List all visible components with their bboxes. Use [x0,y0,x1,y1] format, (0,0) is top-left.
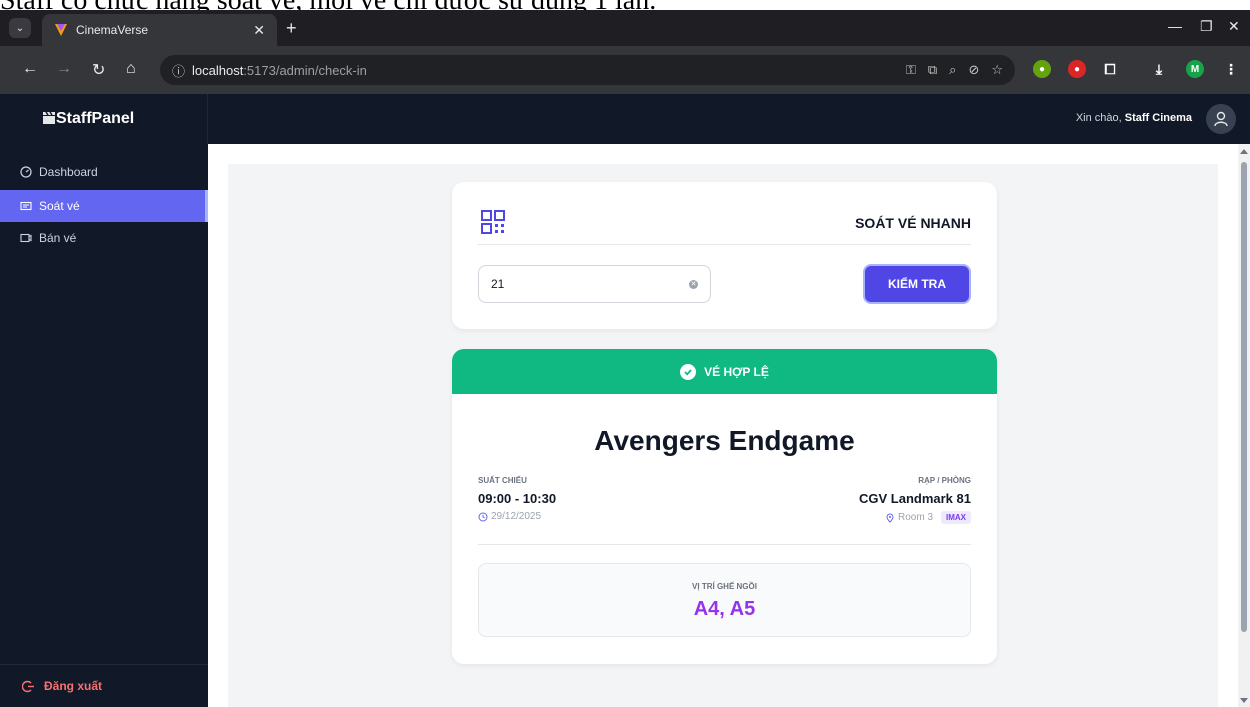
sidebar-item-dashboard[interactable]: Dashboard [0,156,208,188]
sidebar-item-label: Soát vé [39,199,80,213]
sidebar-item-sell-ticket[interactable]: Bán vé [0,222,208,254]
scroll-down-arrow[interactable] [1240,698,1248,703]
brand-name: StaffPanel [56,110,135,127]
showtime-value: 09:00 - 10:30 [478,491,557,506]
browser-menu-icon[interactable]: ⋮ [1222,60,1240,78]
greeting-prefix: Xin chào, [1075,112,1122,124]
site-info-icon[interactable]: ⓘ [172,61,192,80]
address-bar[interactable]: ⓘ localhost:5173/admin/check-in ⚿ ⧉ ⌕ ⊘ … [160,55,1015,85]
adblock-extension-icon[interactable]: ● [1068,60,1086,78]
showtime-label: SUẤT CHIẾU [478,476,527,485]
restore-icon[interactable]: ❐ [1200,18,1213,35]
movie-title: Avengers Endgame [594,425,855,456]
show-date: 29/12/2025 [478,511,541,522]
brand[interactable]: StaffPanel [0,94,208,144]
greeting-text: Xin chào, Staff Cinema [1076,112,1192,124]
dashboard-icon [20,166,32,178]
cinema-value: CGV Landmark 81 [859,491,971,506]
scroll-up-arrow[interactable] [1240,149,1248,154]
page-scrollbar[interactable] [1238,144,1250,707]
check-circle-icon [680,363,697,380]
clapperboard-icon [43,111,55,124]
app-header: StaffPanel Xin chào, Staff Cinema [0,94,1250,144]
clock-icon [478,512,488,521]
translate-icon[interactable]: ⧉ [928,62,937,78]
checkin-title: SOÁT VÉ NHANH [855,215,971,231]
sell-ticket-icon [20,233,32,243]
url-host: localhost [192,62,244,78]
user-name: Staff Cinema [1124,112,1192,124]
room-name: Room 3 [897,512,933,523]
user-avatar[interactable] [1206,104,1236,134]
extension-icon[interactable]: ● [1033,60,1051,78]
close-tab-icon[interactable]: ✕ [253,22,265,39]
room-info: Room 3 IMAX [885,511,971,524]
tab-title: CinemaVerse [76,23,149,37]
sidebar-item-label: Bán vé [39,231,77,245]
back-icon[interactable]: ← [22,60,38,78]
caption-text: Staff có chức năng soát vé, mỗi vé chỉ đ… [0,0,1250,10]
seat-box: VỊ TRÍ GHẾ NGỒI A4, A5 [478,563,971,637]
cinemaverse-favicon-icon [55,24,67,36]
cinema-label: RẠP / PHÒNG [918,476,971,485]
eye-off-icon[interactable]: ⊘ [968,62,979,78]
check-ticket-button[interactable]: KIỂM TRA [863,264,971,304]
url-path: :5173/admin/check-in [243,62,367,78]
divider [478,544,971,545]
qr-code-icon [481,210,505,234]
logout-icon [22,680,34,692]
ticket-icon [20,201,32,211]
browser-toolbar: ← → ↻ ⌂ ⓘ localhost:5173/admin/check-in … [0,46,1250,94]
reload-icon[interactable]: ↻ [92,60,105,80]
forward-icon[interactable]: → [56,60,72,78]
seat-value: A4, A5 [693,598,756,620]
seat-label: VỊ TRÍ GHẾ NGỒI [692,582,757,591]
browser-tab[interactable]: CinemaVerse ✕ [42,14,277,46]
location-pin-icon [886,513,894,523]
new-tab-button[interactable]: + [286,18,297,39]
sidebar-item-label: Dashboard [39,165,98,179]
browser-tab-strip: ⌄ CinemaVerse ✕ + — ❐ ✕ [0,10,1250,46]
scroll-thumb[interactable] [1241,162,1247,632]
bookmark-star-icon[interactable]: ☆ [991,62,1003,78]
ticket-result-card: VÉ HỢP LỆ Avengers Endgame SUẤT CHIẾU 09… [452,349,997,664]
zoom-icon[interactable]: ⌕ [949,62,956,78]
divider [478,244,971,245]
download-icon[interactable]: ⤓ [1150,60,1168,78]
home-icon[interactable]: ⌂ [126,60,136,78]
logout-label: Đăng xuất [44,679,103,693]
ticket-code-input[interactable] [478,265,711,303]
profile-avatar[interactable]: M [1186,60,1204,78]
close-window-icon[interactable]: ✕ [1228,18,1240,35]
tab-search-button[interactable]: ⌄ [9,18,31,38]
clear-input-icon[interactable]: ✕ [689,280,698,289]
sidebar-item-checkin[interactable]: Soát vé [0,190,208,222]
room-type-badge: IMAX [941,511,971,524]
extensions-puzzle-icon[interactable]: ⧠ [1101,60,1119,78]
status-text: VÉ HỢP LỆ [704,364,769,379]
minimize-icon[interactable]: — [1168,18,1182,34]
password-key-icon[interactable]: ⚿ [906,62,916,78]
sidebar: Dashboard Soát vé Bán vé Đăng xuất [0,144,208,707]
logout-button[interactable]: Đăng xuất [0,664,208,707]
show-date-text: 29/12/2025 [491,511,542,522]
status-banner: VÉ HỢP LỆ [452,349,997,394]
checkin-card: SOÁT VÉ NHANH ✕ KIỂM TRA [452,182,997,329]
user-icon [1214,111,1228,127]
